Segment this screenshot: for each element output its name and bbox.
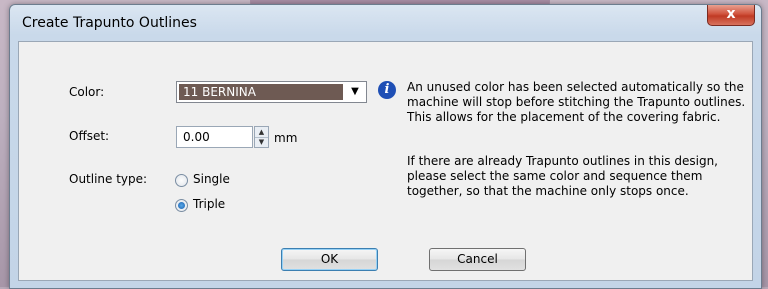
title-bar[interactable]: Create Trapunto Outlines x [10,5,761,41]
offset-label: Offset: [69,129,110,143]
info-paragraph-2: If there are already Trapunto outlines i… [407,154,718,199]
info-line: please select the same color and sequenc… [407,169,703,183]
offset-input[interactable]: 0.00 [176,126,253,148]
info-paragraph-1: An unused color has been selected automa… [407,80,745,125]
spin-down-icon[interactable]: ▼ [255,137,268,147]
cancel-button[interactable]: Cancel [429,248,526,271]
info-line: machine will stop before stitching the T… [407,95,746,109]
create-trapunto-outlines-dialog: Create Trapunto Outlines x Color: 11 BER… [9,4,762,289]
info-line: together, so that the machine only stops… [407,184,689,198]
dialog-content: Color: 11 BERNINA ▼ Offset: 0.00 ▲ ▼ mm … [18,41,753,281]
offset-value: 0.00 [183,130,210,144]
offset-stepper[interactable]: ▲ ▼ [254,126,269,148]
close-icon: x [726,6,736,22]
dialog-title: Create Trapunto Outlines [22,15,197,31]
info-line: If there are already Trapunto outlines i… [407,154,718,168]
color-label: Color: [69,85,105,99]
ok-button[interactable]: OK [281,248,378,271]
outline-type-label: Outline type: [69,172,148,186]
chevron-down-icon[interactable]: ▼ [347,84,363,100]
color-selected-value: 11 BERNINA [179,84,343,100]
radio-triple-label[interactable]: Triple [193,197,225,211]
close-button[interactable]: x [707,5,755,26]
offset-unit: mm [274,131,298,145]
radio-triple[interactable] [175,199,188,212]
info-icon: i [378,81,396,99]
info-line: An unused color has been selected automa… [407,80,744,94]
radio-single-label[interactable]: Single [193,172,230,186]
info-line: This allows for the placement of the cov… [407,110,721,124]
radio-single[interactable] [175,174,188,187]
color-dropdown[interactable]: 11 BERNINA ▼ [176,81,367,103]
